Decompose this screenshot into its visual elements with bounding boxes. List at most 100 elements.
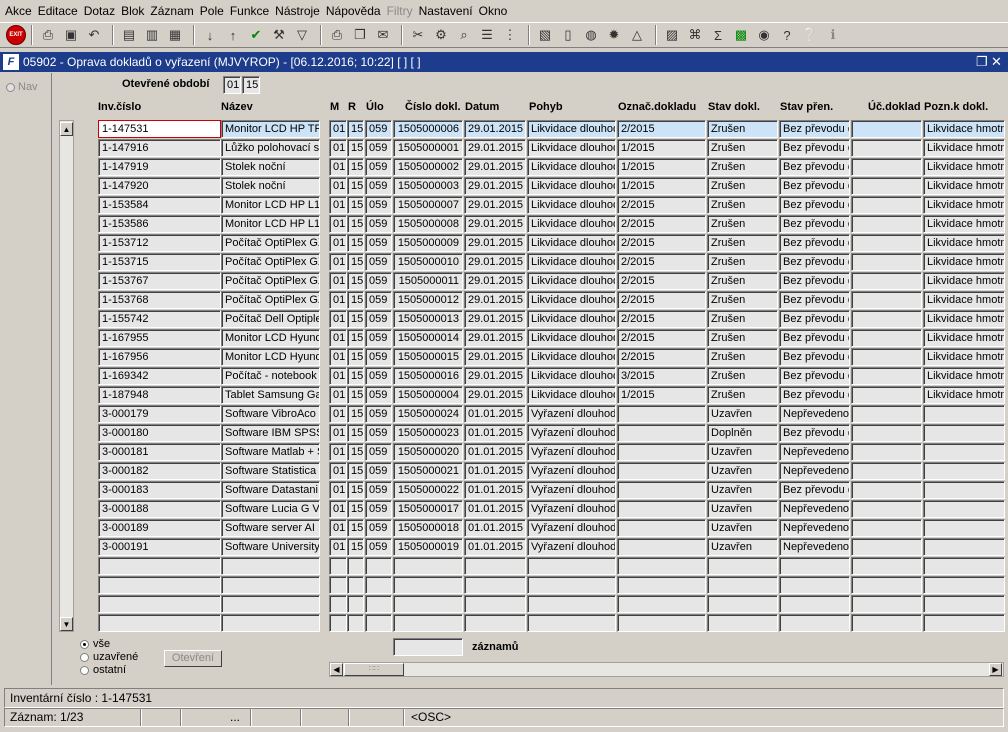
table-cell[interactable]: Likvidace hmotn [923, 158, 1005, 176]
table-cell[interactable]: Zrušen [707, 367, 778, 385]
table-cell[interactable]: 1-153586 [98, 215, 221, 233]
table-cell[interactable]: 2/2015 [617, 310, 706, 328]
table-cell[interactable]: 059 [365, 158, 392, 176]
table-cell[interactable] [851, 576, 922, 594]
table-cell[interactable] [851, 120, 922, 138]
table-cell[interactable]: 01 [329, 139, 347, 157]
table-cell[interactable]: 15 [347, 424, 364, 442]
table-cell[interactable]: Vyřazení dlouhod [527, 538, 616, 556]
table-cell[interactable]: Bez převodu do [779, 177, 850, 195]
table-cell[interactable] [98, 576, 221, 594]
table-cell[interactable]: 059 [365, 272, 392, 290]
table-cell[interactable]: 01 [329, 481, 347, 499]
table-cell[interactable]: Likvidace hmotn [923, 253, 1005, 271]
table-cell[interactable] [393, 557, 463, 575]
menu-10[interactable]: Nastavení [416, 4, 476, 18]
filter-radio-all[interactable]: vše [80, 638, 110, 650]
table-cell[interactable] [329, 557, 347, 575]
menu-7[interactable]: Nástroje [272, 4, 323, 18]
nav-radio[interactable]: Nav [6, 81, 38, 93]
table-cell[interactable] [617, 576, 706, 594]
table-cell[interactable]: Vyřazení dlouhod [527, 462, 616, 480]
table-row[interactable]: 1-167955 Monitor LCD Hyunda 01 15 059 1505000… [56, 329, 1008, 348]
table-cell[interactable]: 15 [347, 253, 364, 271]
table-cell[interactable] [851, 234, 922, 252]
table-cell[interactable]: Likvidace hmotn [923, 215, 1005, 233]
table-cell[interactable] [98, 614, 221, 632]
triangle-icon[interactable]: △ [627, 25, 647, 45]
table-cell[interactable]: Bez převodu do [779, 120, 850, 138]
execute-query-icon[interactable]: ▥ [142, 25, 162, 45]
table-cell[interactable]: 059 [365, 329, 392, 347]
table-cell[interactable]: 01 [329, 329, 347, 347]
table-cell[interactable]: 29.01.2015 [464, 234, 526, 252]
table-cell[interactable]: 1505000002 [393, 158, 463, 176]
table-cell[interactable]: Vyřazení dlouhod [527, 424, 616, 442]
table-cell[interactable]: Monitor LCD HP TFT [221, 120, 320, 138]
table-cell[interactable]: Počítač OptiPlex GX [221, 253, 320, 271]
table-cell[interactable]: 3-000189 [98, 519, 221, 537]
table-cell[interactable]: Nepřevedeno [779, 519, 850, 537]
table-cell[interactable]: 1-147919 [98, 158, 221, 176]
copy-icon[interactable]: ❐ [350, 25, 370, 45]
table-cell[interactable] [851, 348, 922, 366]
table-cell[interactable] [393, 576, 463, 594]
table-cell[interactable] [347, 576, 364, 594]
table-cell[interactable]: Uzavřen [707, 443, 778, 461]
table-cell[interactable] [851, 557, 922, 575]
table-row[interactable]: 3-000179 Software VibroAco 01 15 059 15050000… [56, 405, 1008, 424]
menu-8[interactable]: Nápověda [323, 4, 384, 18]
table-cell[interactable]: Stolek noční [221, 158, 320, 176]
table-cell[interactable]: Zrušen [707, 329, 778, 347]
table-cell[interactable] [779, 614, 850, 632]
open-button[interactable]: Otevření [164, 650, 222, 667]
table-cell[interactable] [851, 253, 922, 271]
period-month-field[interactable]: 01 [223, 76, 241, 94]
wrench-icon[interactable]: ⚒ [269, 25, 289, 45]
table-cell[interactable] [221, 614, 320, 632]
excel-icon[interactable]: ▩ [731, 25, 751, 45]
table-cell[interactable]: 01 [329, 120, 347, 138]
table-row[interactable] [56, 595, 1008, 614]
table-cell[interactable]: 29.01.2015 [464, 310, 526, 328]
table-row[interactable]: 1-147916 Lůžko polohovací s 01 15 059 1505000… [56, 139, 1008, 158]
globe-icon[interactable]: ◍ [581, 25, 601, 45]
table-cell[interactable]: Zrušen [707, 348, 778, 366]
table-row[interactable]: 3-000189 Software server AI 01 15 059 1505000… [56, 519, 1008, 538]
table-cell[interactable]: 15 [347, 291, 364, 309]
table-cell[interactable] [851, 310, 922, 328]
list-icon[interactable]: ☰ [477, 25, 497, 45]
tools-icon[interactable]: ⚙ [431, 25, 451, 45]
table-cell[interactable]: 1-155742 [98, 310, 221, 328]
table-cell[interactable]: 2/2015 [617, 120, 706, 138]
table-cell[interactable]: Software University [221, 538, 320, 556]
table-cell[interactable] [923, 614, 1005, 632]
table-cell[interactable] [617, 557, 706, 575]
table-cell[interactable]: 1-167955 [98, 329, 221, 347]
table-cell[interactable] [923, 557, 1005, 575]
table-cell[interactable] [347, 614, 364, 632]
table-cell[interactable]: Uzavřen [707, 462, 778, 480]
table-cell[interactable]: 15 [347, 500, 364, 518]
restore-icon[interactable]: ❐ [976, 54, 988, 70]
table-cell[interactable]: 1505000019 [393, 538, 463, 556]
table-cell[interactable]: 01 [329, 462, 347, 480]
table-cell[interactable]: Nepřevedeno [779, 443, 850, 461]
table-cell[interactable]: Software IBM SPSS [221, 424, 320, 442]
table-cell[interactable]: Vyřazení dlouhod [527, 519, 616, 537]
table-cell[interactable] [221, 557, 320, 575]
sort-desc-icon[interactable]: ↑ [223, 25, 243, 45]
menu-5[interactable]: Pole [197, 4, 227, 18]
table-cell[interactable] [329, 614, 347, 632]
table-cell[interactable]: 1-153715 [98, 253, 221, 271]
table-cell[interactable]: 29.01.2015 [464, 291, 526, 309]
table-cell[interactable]: Zrušen [707, 215, 778, 233]
table-cell[interactable]: 2/2015 [617, 215, 706, 233]
table-cell[interactable]: Likvidace dlouhod [527, 367, 616, 385]
table-cell[interactable]: Zrušen [707, 120, 778, 138]
table-cell[interactable]: 15 [347, 196, 364, 214]
table-cell[interactable]: 01.01.2015 [464, 538, 526, 556]
table-cell[interactable]: Software Lucia G V [221, 500, 320, 518]
table-cell[interactable] [923, 538, 1005, 556]
table-cell[interactable]: Likvidace dlouhod [527, 310, 616, 328]
